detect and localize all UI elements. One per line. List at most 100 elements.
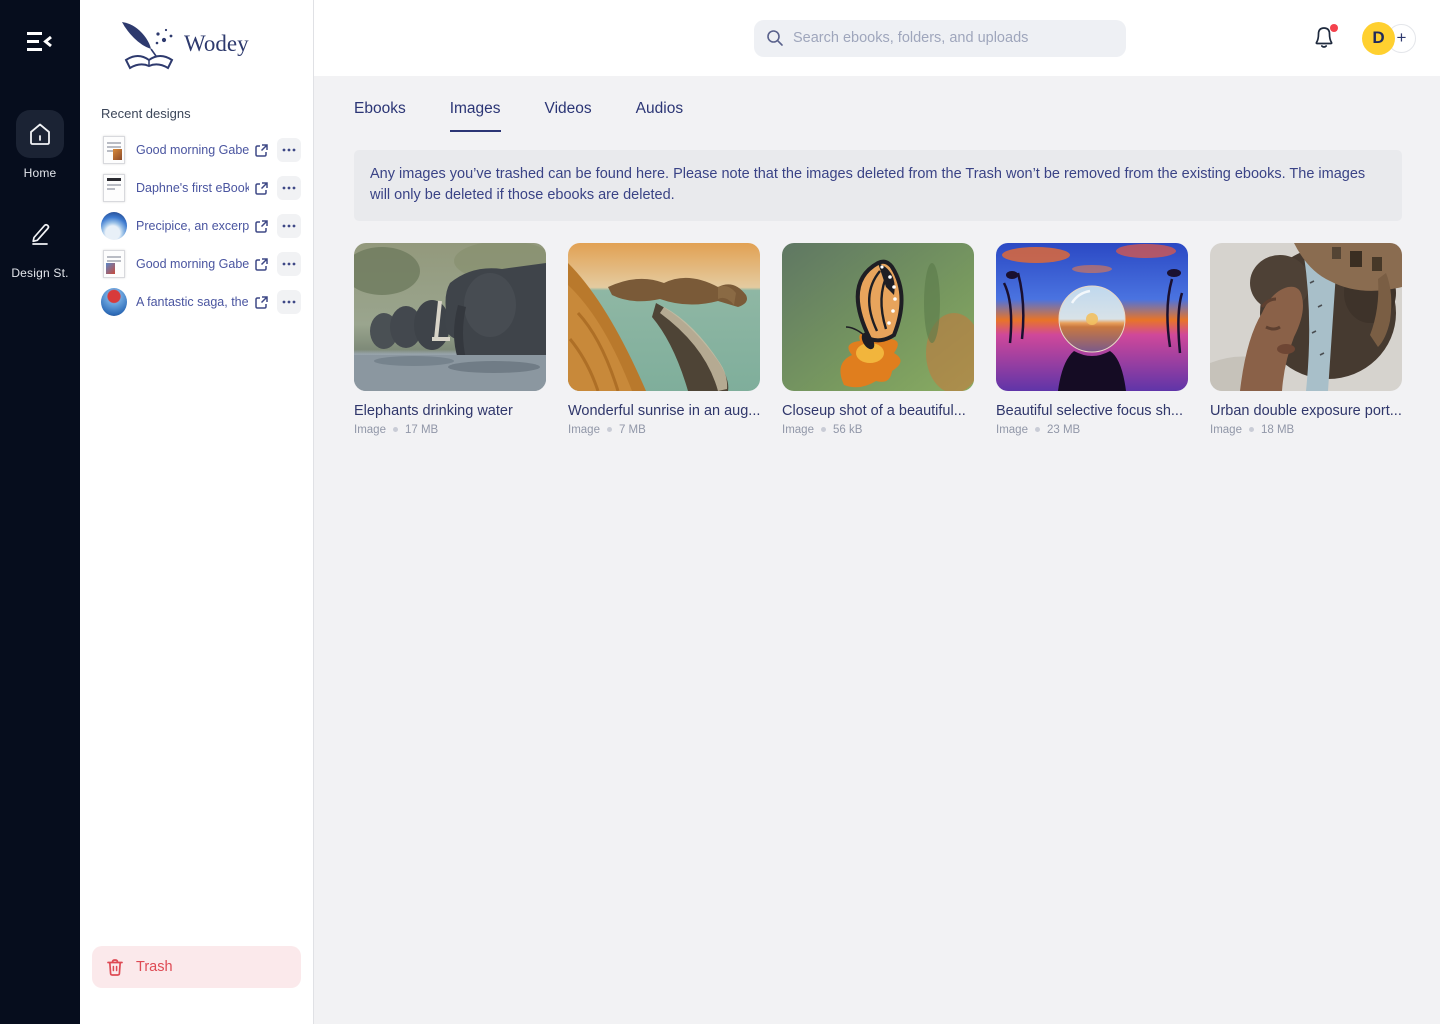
wodey-logo-icon [116, 16, 184, 72]
recent-designs-title: Recent designs [101, 106, 313, 121]
search-bar[interactable] [754, 20, 1126, 57]
ellipsis-icon [282, 300, 296, 304]
design-thumbnail [101, 135, 127, 165]
dot-separator [1249, 427, 1254, 432]
open-design-button[interactable] [249, 176, 273, 200]
primary-rail: Home Design St. [0, 0, 80, 1024]
image-card[interactable]: Urban double exposure port... Image 18 M… [1210, 243, 1402, 436]
trash-content: Ebooks Images Videos Audios Any images y… [314, 76, 1440, 436]
menu-collapse-icon [27, 31, 53, 53]
brand-name: Wodey [184, 31, 249, 57]
design-more-options-button[interactable] [277, 176, 301, 200]
image-type: Image [568, 424, 600, 436]
image-meta: Image 23 MB [996, 424, 1188, 436]
open-design-button[interactable] [249, 214, 273, 238]
ellipsis-icon [282, 186, 296, 190]
design-title: A fantastic saga, the... [136, 295, 249, 309]
image-size: 18 MB [1261, 424, 1294, 436]
open-design-button[interactable] [249, 252, 273, 276]
recent-design-row[interactable]: Good morning Gabe ... [80, 131, 313, 169]
image-size: 56 kB [833, 424, 862, 436]
design-thumbnail [101, 173, 127, 203]
top-bar: D + [314, 0, 1440, 76]
image-type: Image [996, 424, 1028, 436]
design-more-options-button[interactable] [277, 252, 301, 276]
image-title: Urban double exposure port... [1210, 403, 1402, 419]
recent-design-row[interactable]: Precipice, an excerpt... [80, 207, 313, 245]
elephants-image [354, 243, 546, 391]
image-size: 7 MB [619, 424, 646, 436]
rail-item-home[interactable]: Home [16, 110, 64, 180]
pencil-icon [27, 221, 53, 247]
main-area: D + Ebooks Images Videos Audios Any imag… [314, 0, 1440, 1024]
design-title: Daphne's first eBook... [136, 181, 249, 195]
collapse-sidebar-icon[interactable] [24, 26, 56, 58]
design-more-options-button[interactable] [277, 290, 301, 314]
tab-audios[interactable]: Audios [636, 100, 683, 132]
recent-design-row[interactable]: Good morning Gabe ... [80, 245, 313, 283]
image-card[interactable]: Closeup shot of a beautiful... Image 56 … [782, 243, 974, 436]
double-exposure-portrait-image [1210, 243, 1402, 391]
image-type: Image [782, 424, 814, 436]
media-tabs: Ebooks Images Videos Audios [354, 100, 1402, 132]
design-thumbnail [101, 249, 127, 279]
external-link-icon [254, 219, 269, 234]
tab-images[interactable]: Images [450, 100, 501, 132]
crystal-ball-image [996, 243, 1188, 391]
design-title: Precipice, an excerpt... [136, 219, 249, 233]
image-title: Closeup shot of a beautiful... [782, 403, 974, 419]
image-title: Wonderful sunrise in an aug... [568, 403, 760, 419]
image-card[interactable]: Beautiful selective focus sh... Image 23… [996, 243, 1188, 436]
open-design-button[interactable] [249, 290, 273, 314]
image-meta: Image 56 kB [782, 424, 974, 436]
tab-videos[interactable]: Videos [545, 100, 592, 132]
ellipsis-icon [282, 262, 296, 266]
home-pill [16, 110, 64, 158]
notification-badge [1330, 24, 1338, 32]
image-title: Elephants drinking water [354, 403, 546, 419]
trash-info-banner: Any images you’ve trashed can be found h… [354, 150, 1402, 221]
recent-design-row[interactable]: Daphne's first eBook... [80, 169, 313, 207]
dot-separator [1035, 427, 1040, 432]
image-meta: Image 18 MB [1210, 424, 1402, 436]
sunrise-coast-image [568, 243, 760, 391]
topbar-actions: D + [1312, 22, 1416, 55]
image-type: Image [1210, 424, 1242, 436]
search-input[interactable] [793, 30, 1114, 46]
image-meta: Image 17 MB [354, 424, 546, 436]
design-title: Good morning Gabe ... [136, 257, 249, 271]
image-size: 17 MB [405, 424, 438, 436]
butterfly-image [782, 243, 974, 391]
external-link-icon [254, 257, 269, 272]
design-studio-pill [16, 210, 64, 258]
trash-icon [106, 958, 124, 977]
trash-button[interactable]: Trash [92, 946, 301, 988]
image-card[interactable]: Elephants drinking water Image 17 MB [354, 243, 546, 436]
design-title: Good morning Gabe ... [136, 143, 249, 157]
external-link-icon [254, 295, 269, 310]
brand-logo[interactable]: Wodey [116, 16, 313, 72]
trash-button-label: Trash [136, 959, 173, 975]
external-link-icon [254, 181, 269, 196]
design-thumbnail [101, 211, 127, 241]
avatar-group: D + [1362, 22, 1416, 55]
notifications-button[interactable] [1312, 25, 1338, 51]
design-thumbnail [101, 287, 127, 317]
external-link-icon [254, 143, 269, 158]
tab-ebooks[interactable]: Ebooks [354, 100, 406, 132]
ellipsis-icon [282, 224, 296, 228]
image-card[interactable]: Wonderful sunrise in an aug... Image 7 M… [568, 243, 760, 436]
open-design-button[interactable] [249, 138, 273, 162]
design-more-options-button[interactable] [277, 138, 301, 162]
user-avatar[interactable]: D [1362, 22, 1395, 55]
image-size: 23 MB [1047, 424, 1080, 436]
rail-item-design-studio[interactable]: Design St. [11, 210, 68, 280]
recent-designs-list: Good morning Gabe ... Daphne's first eBo… [80, 131, 313, 321]
design-more-options-button[interactable] [277, 214, 301, 238]
dot-separator [821, 427, 826, 432]
recent-design-row[interactable]: A fantastic saga, the... [80, 283, 313, 321]
image-meta: Image 7 MB [568, 424, 760, 436]
image-type: Image [354, 424, 386, 436]
image-cards-grid: Elephants drinking water Image 17 MB [354, 243, 1402, 436]
dot-separator [607, 427, 612, 432]
